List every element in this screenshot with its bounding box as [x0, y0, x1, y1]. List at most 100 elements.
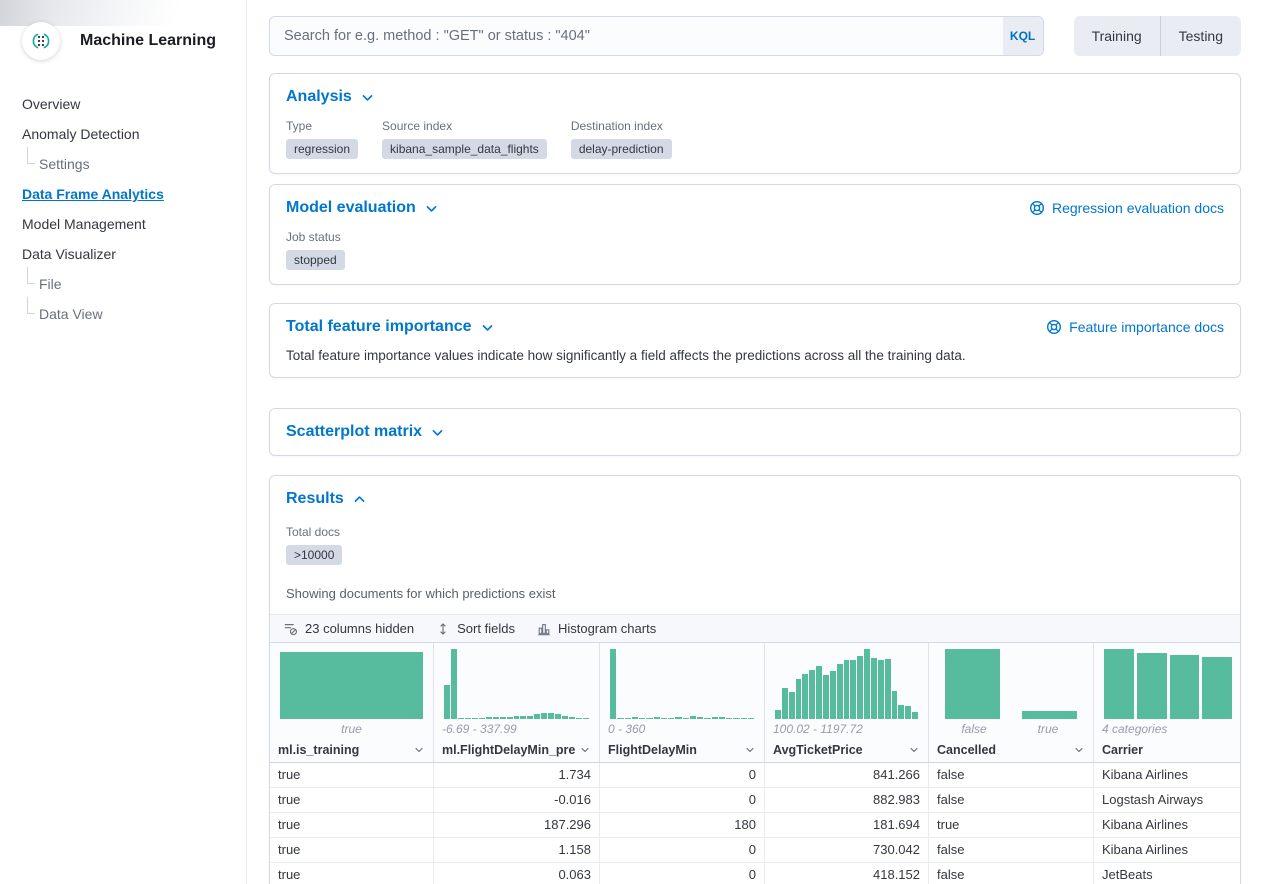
topbar: KQL Training Testing — [269, 16, 1241, 56]
table-cell[interactable]: 181.694 — [765, 813, 929, 837]
sidebar-item-data-frame-analytics[interactable]: Data Frame Analytics — [22, 186, 164, 202]
chevron-down-icon[interactable] — [1073, 744, 1085, 756]
histogram-bar — [500, 717, 506, 719]
histogram-bar — [837, 664, 843, 719]
table-cell[interactable]: false — [929, 788, 1094, 812]
datagrid-toolbar: 23 columns hidden Sort fields Histogram ch… — [270, 614, 1240, 643]
histogram-bar — [844, 660, 850, 719]
table-cell[interactable]: -0.016 — [434, 788, 600, 812]
chevron-up-icon — [353, 493, 366, 506]
table-cell[interactable]: 0 — [600, 838, 765, 862]
histogram-bar — [520, 716, 526, 719]
search-input[interactable] — [270, 17, 1003, 55]
histogram-bar — [280, 652, 423, 719]
table-cell[interactable]: false — [929, 763, 1094, 787]
column-name-avgticketprice[interactable]: AvgTicketPrice — [773, 737, 920, 762]
feature-importance-docs-link[interactable]: Feature importance docs — [1046, 319, 1224, 335]
feature-importance-section-toggle[interactable]: Total feature importance — [286, 318, 494, 336]
chevron-down-icon[interactable] — [744, 744, 756, 756]
column-name-carrier[interactable]: Carrier — [1102, 737, 1234, 762]
sort-fields-button[interactable]: Sort fields — [434, 619, 517, 638]
sidebar-item-overview[interactable]: Overview — [22, 96, 80, 112]
23-columns-hidden-button[interactable]: 23 columns hidden — [282, 619, 416, 638]
histogram-bar — [617, 718, 623, 719]
histogram-bar — [816, 666, 822, 719]
histogram-bar — [898, 705, 904, 719]
sidebar-item-data-view[interactable]: Data View — [22, 306, 103, 322]
sidebar-item-data-visualizer[interactable]: Data Visualizer — [22, 246, 116, 262]
table-cell[interactable]: true — [270, 863, 434, 884]
sidebar-item-label: Data Frame Analytics — [22, 186, 164, 202]
testing-button[interactable]: Testing — [1160, 16, 1241, 56]
histogram-bar — [782, 688, 788, 719]
table-cell[interactable]: 1.734 — [434, 763, 600, 787]
training-button[interactable]: Training — [1074, 16, 1160, 56]
field-value-badge: delay-prediction — [571, 139, 672, 159]
table-cell[interactable]: Kibana Airlines — [1094, 763, 1241, 787]
histogram-bar — [690, 716, 696, 719]
table-cell[interactable]: true — [270, 838, 434, 862]
histogram-bar — [1137, 653, 1167, 719]
table-cell[interactable]: 0 — [600, 863, 765, 884]
histogram-charts-icon — [537, 622, 551, 636]
column-range-label: -6.69 - 337.99 — [442, 722, 591, 737]
sidebar-item-model-management[interactable]: Model Management — [22, 216, 146, 232]
sidebar-item-settings[interactable]: Settings — [22, 156, 90, 172]
histogram-bar — [945, 649, 1000, 719]
table-cell[interactable]: Kibana Airlines — [1094, 838, 1241, 862]
kql-button[interactable]: KQL — [1003, 17, 1043, 55]
table-cell[interactable]: 0 — [600, 788, 765, 812]
table-cell[interactable]: JetBeats — [1094, 863, 1241, 884]
regression-evaluation-docs-link[interactable]: Regression evaluation docs — [1029, 200, 1224, 216]
table-cell[interactable]: true — [270, 788, 434, 812]
table-cell[interactable]: false — [929, 863, 1094, 884]
column-name-ml-flightdelaymin-predi[interactable]: ml.FlightDelayMin_predi — [442, 737, 591, 762]
results-subtitle: Showing documents for which predictions … — [286, 586, 1224, 601]
table-cell[interactable]: true — [270, 763, 434, 787]
field-value-badge: regression — [286, 139, 358, 159]
table-cell[interactable]: 0.063 — [434, 863, 600, 884]
chevron-down-icon[interactable] — [908, 744, 920, 756]
histogram-bar — [775, 710, 781, 719]
column-range-label: 4 categories — [1102, 722, 1234, 737]
histogram-bar — [639, 718, 645, 719]
histogram-bar — [796, 679, 802, 719]
histogram-bar — [458, 718, 464, 719]
table-cell[interactable]: 187.296 — [434, 813, 600, 837]
column-name-flightdelaymin[interactable]: FlightDelayMin — [608, 737, 756, 762]
model-evaluation-section-toggle[interactable]: Model evaluation — [286, 199, 438, 217]
machine-learning-app-icon — [22, 22, 60, 60]
column-header-ml-is-training: trueml.is_training — [270, 643, 434, 762]
tree-connector — [27, 267, 35, 284]
table-cell[interactable]: 882.983 — [765, 788, 929, 812]
table-cell[interactable]: 180 — [600, 813, 765, 837]
search-bar[interactable]: KQL — [269, 16, 1044, 56]
analysis-section-toggle[interactable]: Analysis — [286, 88, 374, 106]
column-histogram — [442, 649, 591, 719]
table-cell[interactable]: 841.266 — [765, 763, 929, 787]
table-cell[interactable]: true — [929, 813, 1094, 837]
column-histogram — [1102, 649, 1234, 719]
column-name-ml-is-training[interactable]: ml.is_training — [278, 737, 425, 762]
results-section-toggle[interactable]: Results — [286, 490, 366, 508]
chevron-down-icon[interactable] — [413, 744, 425, 756]
column-histogram — [937, 649, 1085, 719]
histogram-bar — [1202, 657, 1232, 719]
table-cell[interactable]: 1.158 — [434, 838, 600, 862]
column-header-flightdelaymin: 0 - 360FlightDelayMin — [600, 643, 765, 762]
chevron-down-icon[interactable] — [579, 744, 591, 756]
range-label: false — [937, 722, 1011, 737]
sidebar-item-file[interactable]: File — [22, 276, 62, 292]
table-cell[interactable]: 0 — [600, 763, 765, 787]
histogram-charts-button[interactable]: Histogram charts — [535, 619, 658, 638]
table-cell[interactable]: 730.042 — [765, 838, 929, 862]
table-cell[interactable]: Kibana Airlines — [1094, 813, 1241, 837]
table-cell[interactable]: 418.152 — [765, 863, 929, 884]
table-cell[interactable]: false — [929, 838, 1094, 862]
column-name-cancelled[interactable]: Cancelled — [937, 737, 1085, 762]
table-cell[interactable]: Logstash Airways — [1094, 788, 1241, 812]
sidebar-item-anomaly-detection[interactable]: Anomaly Detection — [22, 126, 140, 142]
column-histogram — [773, 649, 920, 719]
table-cell[interactable]: true — [270, 813, 434, 837]
scatterplot-matrix-section-toggle[interactable]: Scatterplot matrix — [286, 423, 444, 441]
